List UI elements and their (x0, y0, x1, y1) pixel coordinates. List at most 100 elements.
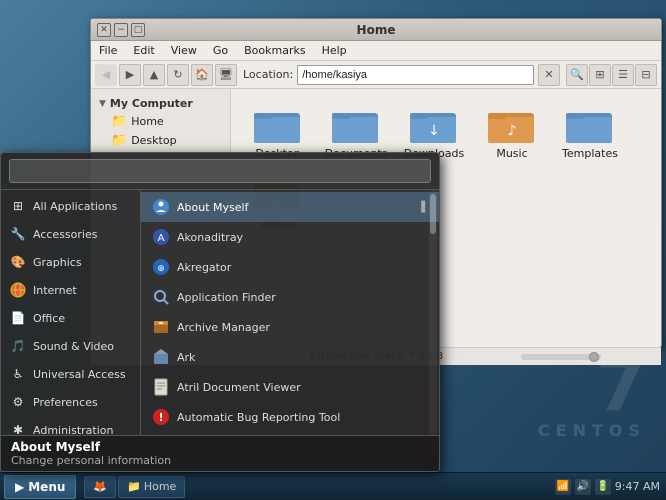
menu-bookmarks[interactable]: Bookmarks (240, 42, 309, 59)
app-categories: ⊞ All Applications 🔧 Accessories 🎨 Graph… (1, 190, 141, 435)
app-app-finder[interactable]: Application Finder (141, 282, 439, 312)
app-akregator-label: Akregator (177, 261, 231, 274)
app-menu-body: ⊞ All Applications 🔧 Accessories 🎨 Graph… (1, 190, 439, 435)
cat-graphics-icon: 🎨 (9, 253, 27, 271)
app-atril-label: Atril Document Viewer (177, 381, 301, 394)
tray-battery-icon[interactable]: 🔋 (595, 479, 611, 495)
sidebar-home-label: Home (131, 115, 163, 128)
home-nav-button[interactable]: 🏠 (191, 64, 213, 86)
window-max-btn[interactable]: □ (131, 23, 145, 37)
app-archive-manager-label: Archive Manager (177, 321, 270, 334)
cat-universal-access[interactable]: ♿ Universal Access (1, 360, 140, 388)
taskbar-home-folder[interactable]: 📁 Home (118, 476, 185, 498)
app-menu: ⊞ All Applications 🔧 Accessories 🎨 Graph… (0, 152, 440, 472)
computer-button[interactable]: 🖥 (215, 64, 237, 86)
svg-text:!: ! (158, 411, 163, 424)
centos-text: CENTOS (538, 421, 646, 440)
app-app-finder-icon (151, 287, 171, 307)
menu-file[interactable]: File (95, 42, 121, 59)
app-abrt-icon: ! (151, 407, 171, 427)
app-ark-label: Ark (177, 351, 195, 364)
cat-administration-label: Administration (33, 424, 114, 436)
location-label: Location: (243, 68, 293, 81)
folder-templates-label: Templates (562, 147, 618, 160)
svg-text:♪: ♪ (508, 123, 517, 139)
forward-button[interactable]: ▶ (119, 64, 141, 86)
app-archive-manager-icon (151, 317, 171, 337)
home-folder-icon: 📁 (111, 114, 127, 129)
toolbar: ◀ ▶ ▲ ↻ 🏠 🖥 Location: ✕ 🔍 ⊞ ☰ ⊟ (91, 61, 661, 89)
app-search-input[interactable] (9, 159, 431, 183)
cat-internet[interactable]: Internet (1, 276, 140, 304)
start-button[interactable]: ▶ Menu (4, 475, 76, 499)
menu-view[interactable]: View (167, 42, 201, 59)
cursor-indicator: ▌ (421, 202, 429, 213)
back-button[interactable]: ◀ (95, 64, 117, 86)
scroll-track (429, 190, 437, 435)
app-ark[interactable]: Ark (141, 342, 439, 372)
clear-location-btn[interactable]: ✕ (538, 64, 560, 86)
desktop-folder-icon: 📁 (111, 133, 127, 148)
home-taskbar-icon: 📁 (127, 480, 141, 493)
footer-app-name: About Myself (11, 440, 429, 454)
folder-music-label: Music (496, 147, 527, 160)
cat-office-icon: 📄 (9, 309, 27, 327)
cat-accessories[interactable]: 🔧 Accessories (1, 220, 140, 248)
start-icon: ▶ (15, 480, 24, 494)
menubar: File Edit View Go Bookmarks Help (91, 41, 661, 61)
cat-accessories-icon: 🔧 (9, 225, 27, 243)
location-input[interactable] (297, 65, 534, 85)
taskbar-firefox[interactable]: 🦊 (84, 476, 116, 498)
cat-sound-video-label: Sound & Video (33, 340, 114, 353)
tray-network-icon[interactable]: 📶 (555, 479, 571, 495)
app-akregator[interactable]: ⊕ Akregator (141, 252, 439, 282)
cat-office[interactable]: 📄 Office (1, 304, 140, 332)
app-about-myself[interactable]: About Myself ▌ (141, 192, 439, 222)
app-akonaditray[interactable]: A Akonaditray (141, 222, 439, 252)
app-app-finder-label: Application Finder (177, 291, 276, 304)
folder-desktop-icon (254, 105, 302, 145)
app-ark-icon (151, 347, 171, 367)
sidebar-desktop-label: Desktop (131, 134, 176, 147)
list-view-btn[interactable]: ☰ (612, 64, 634, 86)
app-abrt[interactable]: ! Automatic Bug Reporting Tool (141, 402, 439, 432)
cat-sound-video[interactable]: 🎵 Sound & Video (1, 332, 140, 360)
up-button[interactable]: ▲ (143, 64, 165, 86)
app-list: About Myself ▌ A Akonaditray (141, 190, 439, 435)
folder-music[interactable]: ♪ Music (477, 101, 547, 164)
folder-templates[interactable]: Templates (555, 101, 625, 164)
cat-graphics-label: Graphics (33, 256, 82, 269)
cat-preferences[interactable]: ⚙ Preferences (1, 388, 140, 416)
refresh-button[interactable]: ↻ (167, 64, 189, 86)
taskbar: ▶ Menu 🦊 📁 Home 📶 🔊 🔋 9:47 AM (0, 472, 666, 500)
menu-edit[interactable]: Edit (129, 42, 158, 59)
search-toggle-btn[interactable]: 🔍 (566, 64, 588, 86)
cat-all-apps-icon: ⊞ (9, 197, 27, 215)
compact-view-btn[interactable]: ⊟ (635, 64, 657, 86)
window-title: Home (145, 23, 607, 37)
app-bluedevil[interactable]: BlueDevil (141, 432, 439, 435)
app-about-myself-icon (151, 197, 171, 217)
window-min-btn[interactable]: − (114, 23, 128, 37)
menu-help[interactable]: Help (318, 42, 351, 59)
svg-text:A: A (158, 233, 165, 244)
menu-go[interactable]: Go (209, 42, 232, 59)
tray-volume-icon[interactable]: 🔊 (575, 479, 591, 495)
start-label: Menu (28, 480, 65, 494)
cat-administration[interactable]: ✱ Administration (1, 416, 140, 435)
sidebar-item-home[interactable]: 📁 Home (91, 112, 230, 131)
icon-view-btn[interactable]: ⊞ (589, 64, 611, 86)
app-archive-manager[interactable]: Archive Manager (141, 312, 439, 342)
cat-all-apps[interactable]: ⊞ All Applications (1, 192, 140, 220)
cat-office-label: Office (33, 312, 65, 325)
cat-graphics[interactable]: 🎨 Graphics (1, 248, 140, 276)
cat-universal-access-label: Universal Access (33, 368, 126, 381)
window-close-btn[interactable]: ✕ (97, 23, 111, 37)
sidebar-item-desktop[interactable]: 📁 Desktop (91, 131, 230, 150)
folder-music-icon: ♪ (488, 105, 536, 145)
svg-text:↓: ↓ (428, 123, 440, 139)
app-atril-icon (151, 377, 171, 397)
app-atril[interactable]: Atril Document Viewer (141, 372, 439, 402)
app-abrt-label: Automatic Bug Reporting Tool (177, 411, 340, 424)
folder-downloads-icon: ↓ (410, 105, 458, 145)
